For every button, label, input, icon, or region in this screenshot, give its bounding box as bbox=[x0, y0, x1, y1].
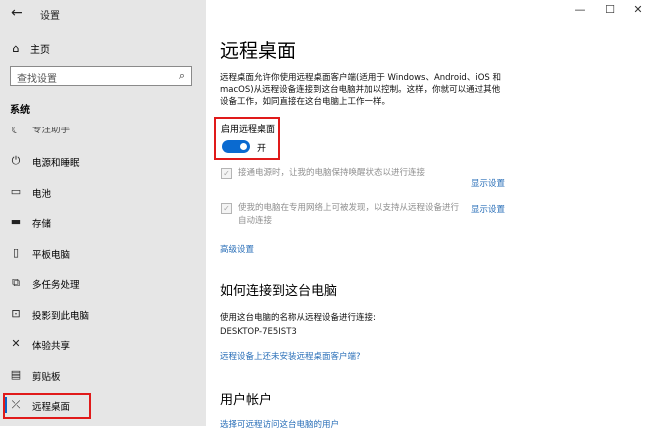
show-settings-link[interactable]: 显示设置 bbox=[471, 177, 505, 189]
sidebar-item-storage[interactable]: ▬ 存储 bbox=[0, 212, 206, 234]
home-icon: ⌂ bbox=[12, 41, 20, 55]
search-placeholder: 查找设置 bbox=[17, 74, 57, 85]
sidebar-item-home[interactable]: ⌂ 主页 bbox=[10, 40, 51, 56]
window-title: 设置 bbox=[40, 11, 60, 22]
sidebar-item-label: 体验共享 bbox=[32, 341, 71, 352]
sidebar-item-power-sleep[interactable]: ⏻ 电源和睡眠 bbox=[0, 151, 206, 173]
discoverable-text: 使我的电脑在专用网络上可被发现，以支持从远程设备进行自动连接 bbox=[238, 203, 460, 226]
keep-awake-text: 接通电源时，让我的电脑保持唤醒状态以进行连接 bbox=[238, 168, 426, 178]
minimize-icon[interactable]: — bbox=[570, 3, 590, 16]
search-icon[interactable]: ⌕ bbox=[179, 69, 185, 83]
user-accounts-heading: 用户帐户 bbox=[220, 393, 273, 408]
sidebar-item-label: 专注助手 bbox=[32, 127, 71, 135]
discoverable-checkbox[interactable]: ✓ bbox=[221, 203, 232, 214]
sidebar-item-label: 主页 bbox=[30, 44, 50, 56]
highlight-box bbox=[3, 393, 91, 419]
sidebar-item-projecting[interactable]: ⊡ 投影到此电脑 bbox=[0, 304, 206, 326]
section-label: 系统 bbox=[10, 105, 30, 116]
keep-awake-checkbox[interactable]: ✓ bbox=[221, 168, 232, 179]
power-icon: ⏻ bbox=[11, 154, 21, 167]
sidebar-item-label: 剪贴板 bbox=[32, 372, 61, 383]
sidebar-item-clipboard[interactable]: ▤ 剪贴板 bbox=[0, 365, 206, 387]
sidebar-item-tablet[interactable]: ▯ 平板电脑 bbox=[0, 243, 206, 265]
page-title: 远程桌面 bbox=[220, 40, 297, 62]
sidebar-item-label: 平板电脑 bbox=[32, 250, 71, 261]
battery-icon: ▭ bbox=[10, 185, 22, 198]
sidebar-item-battery[interactable]: ▭ 电池 bbox=[0, 182, 206, 204]
connect-instruction: 使用这台电脑的名称从远程设备进行连接: bbox=[220, 313, 376, 323]
sidebar: ← 设置 ⌂ 主页 查找设置 ⌕ 系统 ☾ 专注助手 ⏻ 电源和睡眠 ▭ 电池 … bbox=[0, 0, 206, 426]
sidebar-item-focus-assist[interactable]: ☾ 专注助手 bbox=[0, 127, 206, 137]
no-client-link[interactable]: 远程设备上还未安装远程桌面客户端? bbox=[220, 350, 361, 362]
sidebar-item-label: 电源和睡眠 bbox=[32, 158, 80, 169]
search-input[interactable]: 查找设置 ⌕ bbox=[10, 66, 192, 86]
sidebar-item-label: 存储 bbox=[32, 219, 52, 230]
back-arrow-icon[interactable]: ← bbox=[11, 5, 23, 21]
maximize-icon[interactable]: ☐ bbox=[600, 3, 620, 16]
select-users-link[interactable]: 选择可远程访问这台电脑的用户 bbox=[220, 418, 339, 430]
clipboard-icon: ▤ bbox=[10, 368, 22, 381]
how-to-connect-heading: 如何连接到这台电脑 bbox=[220, 284, 338, 299]
projecting-icon: ⊡ bbox=[11, 307, 21, 320]
sidebar-item-label: 多任务处理 bbox=[32, 280, 80, 291]
storage-icon: ▬ bbox=[10, 215, 22, 228]
pc-name: DESKTOP-7E5IST3 bbox=[220, 327, 297, 337]
highlight-box bbox=[214, 117, 280, 160]
sidebar-item-label: 电池 bbox=[32, 189, 52, 200]
focus-assist-icon: ☾ bbox=[11, 127, 21, 136]
show-settings-link-2[interactable]: 显示设置 bbox=[471, 203, 505, 215]
tablet-icon: ▯ bbox=[12, 246, 20, 259]
multitasking-icon: ⧉ bbox=[12, 276, 20, 289]
advanced-settings-link[interactable]: 高级设置 bbox=[220, 243, 254, 255]
close-icon[interactable]: ✕ bbox=[628, 3, 648, 16]
sidebar-item-label: 投影到此电脑 bbox=[32, 311, 90, 322]
sidebar-item-shared-experiences[interactable]: ✕ 体验共享 bbox=[0, 334, 206, 356]
sidebar-item-multitasking[interactable]: ⧉ 多任务处理 bbox=[0, 273, 206, 295]
page-description: 远程桌面允许你使用远程桌面客户端(适用于 Windows、Android、iOS… bbox=[220, 73, 501, 107]
shared-experiences-icon: ✕ bbox=[11, 337, 21, 350]
